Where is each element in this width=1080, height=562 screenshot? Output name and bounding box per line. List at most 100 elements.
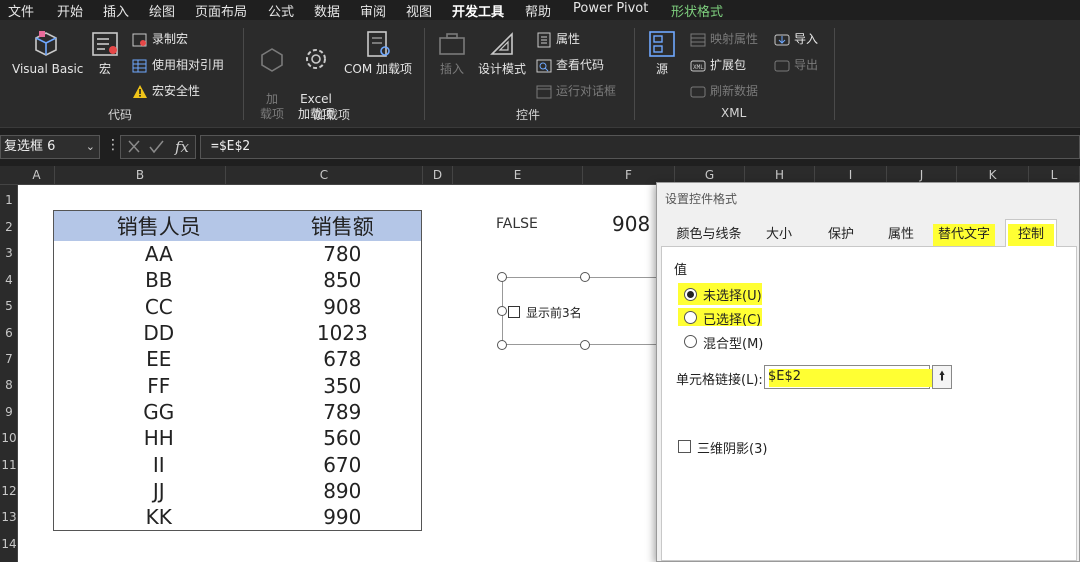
resize-handle[interactable] [580, 340, 590, 350]
row-header[interactable]: 1 [0, 193, 18, 207]
addins-button[interactable]: 加 载项 [256, 28, 288, 122]
radio-label-unchecked[interactable]: 未选择(U) [703, 285, 762, 304]
row-header[interactable]: 10 [0, 431, 18, 445]
row-header[interactable]: 12 [0, 484, 18, 498]
properties-button[interactable]: 属性 [536, 30, 580, 48]
chevron-down-icon[interactable]: ⌄ [86, 136, 95, 158]
refresh-data-button[interactable]: 刷新数据 [690, 82, 758, 100]
sales-cell[interactable]: 1023 [264, 320, 422, 346]
menu-developer[interactable]: 开发工具 [452, 1, 505, 23]
row-header[interactable]: 13 [0, 510, 18, 524]
insert-control-button[interactable]: 插入 [436, 28, 468, 77]
row-header[interactable]: 9 [0, 405, 18, 419]
menu-view[interactable]: 视图 [406, 1, 432, 20]
row-header[interactable]: 7 [0, 352, 18, 366]
cell-link-input[interactable]: $E$2 [764, 365, 933, 389]
checkbox-label[interactable]: 显示前3名 [526, 304, 582, 321]
row-header[interactable]: 2 [0, 220, 18, 234]
worksheet[interactable]: 销售人员 销售额 AA 780 BB 850 CC 908 DD 1023 EE 678 … [19, 186, 662, 562]
export-button[interactable]: 导出 [774, 56, 818, 74]
cell-e2[interactable]: FALSE [496, 216, 538, 232]
header-cell-sales[interactable]: 销售额 [263, 210, 422, 241]
column-header[interactable]: D [423, 166, 453, 185]
resize-handle[interactable] [497, 306, 507, 316]
radio-label-checked[interactable]: 已选择(C) [703, 309, 761, 328]
visual-basic-button[interactable]: Visual Basic [12, 28, 83, 77]
formula-input[interactable]: =$E$2 [200, 135, 1080, 159]
resize-handle[interactable] [580, 272, 590, 282]
salesperson-cell[interactable]: GG [54, 399, 264, 425]
sales-cell[interactable]: 789 [264, 399, 422, 425]
sales-cell[interactable]: 850 [264, 267, 422, 293]
tab-size[interactable]: 大小 [757, 224, 801, 246]
salesperson-cell[interactable]: DD [54, 320, 264, 346]
sales-cell[interactable]: 780 [264, 241, 422, 267]
row-header[interactable]: 3 [0, 246, 18, 260]
name-box[interactable]: 复选框 6 ⌄ [0, 135, 100, 159]
macros-button[interactable]: 宏 [88, 28, 122, 77]
expansion-packs-button[interactable]: XML 扩展包 [690, 56, 746, 74]
menu-data[interactable]: 数据 [314, 1, 340, 20]
sales-cell[interactable]: 990 [264, 504, 422, 530]
tab-protection[interactable]: 保护 [819, 224, 863, 246]
salesperson-cell[interactable]: KK [54, 504, 264, 530]
salesperson-cell[interactable]: HH [54, 425, 264, 451]
checkbox-square[interactable] [508, 306, 520, 318]
tab-alt-text[interactable]: 替代文字 [933, 224, 995, 246]
row-header[interactable]: 14 [0, 537, 18, 551]
menu-draw[interactable]: 绘图 [149, 1, 175, 20]
import-button[interactable]: 导入 [774, 30, 818, 48]
sales-cell[interactable]: 678 [264, 346, 422, 372]
radio-label-mixed[interactable]: 混合型(M) [703, 333, 763, 352]
salesperson-cell[interactable]: II [54, 451, 264, 477]
sales-cell[interactable]: 350 [264, 372, 422, 398]
tab-control[interactable]: 控制 [1005, 219, 1057, 248]
menu-review[interactable]: 审阅 [360, 1, 386, 20]
row-header[interactable]: 8 [0, 378, 18, 392]
menu-power-pivot[interactable]: Power Pivot [573, 1, 648, 16]
column-header[interactable]: A [19, 166, 55, 185]
cell-f2[interactable]: 908 [612, 212, 650, 236]
map-properties-button[interactable]: 映射属性 [690, 30, 758, 48]
3d-shading-checkbox[interactable] [678, 440, 691, 453]
sales-cell[interactable]: 890 [264, 478, 422, 504]
menu-formulas[interactable]: 公式 [268, 1, 294, 20]
menu-file[interactable]: 文件 [8, 1, 34, 20]
run-dialog-button[interactable]: 运行对话框 [536, 82, 616, 100]
radio-mixed-option[interactable] [684, 335, 697, 348]
sales-cell[interactable]: 560 [264, 425, 422, 451]
radio-unchecked-option[interactable] [684, 288, 697, 301]
salesperson-cell[interactable]: AA [54, 241, 264, 267]
relative-refs-button[interactable]: 使用相对引用 [132, 56, 224, 74]
3d-shading-label[interactable]: 三维阴影(3) [697, 438, 767, 457]
menu-help[interactable]: 帮助 [525, 1, 551, 20]
radio-checked-option[interactable] [684, 311, 697, 324]
xml-source-button[interactable]: 源 [646, 28, 678, 77]
confirm-icon[interactable] [149, 140, 164, 154]
row-header[interactable]: 4 [0, 273, 18, 287]
column-header[interactable]: E [453, 166, 583, 185]
sales-cell[interactable]: 670 [264, 451, 422, 477]
column-header[interactable]: C [226, 166, 423, 185]
menu-shape-format[interactable]: 形状格式 [671, 1, 723, 20]
design-mode-button[interactable]: 设计模式 [476, 28, 528, 77]
row-header[interactable]: 6 [0, 326, 18, 340]
cancel-icon[interactable] [128, 140, 140, 153]
salesperson-cell[interactable]: JJ [54, 478, 264, 504]
record-macro-button[interactable]: 录制宏 [132, 30, 188, 48]
more-options-icon[interactable]: ⋮ [106, 137, 120, 153]
view-code-button[interactable]: 查看代码 [536, 56, 604, 74]
salesperson-cell[interactable]: EE [54, 346, 264, 372]
com-addins-button[interactable]: COM 加载项 [342, 28, 414, 77]
menu-page-layout[interactable]: 页面布局 [195, 1, 247, 20]
row-header[interactable]: 5 [0, 299, 18, 313]
collapse-dialog-button[interactable]: 🠙 [932, 365, 952, 389]
macro-security-button[interactable]: 宏安全性 [132, 82, 200, 100]
menu-insert[interactable]: 插入 [103, 1, 129, 20]
tab-colors-lines[interactable]: 颜色与线条 [671, 224, 747, 246]
insert-function-icon[interactable]: fx [174, 138, 190, 156]
salesperson-cell[interactable]: CC [54, 294, 264, 320]
salesperson-cell[interactable]: BB [54, 267, 264, 293]
resize-handle[interactable] [497, 340, 507, 350]
sales-cell[interactable]: 908 [264, 294, 422, 320]
